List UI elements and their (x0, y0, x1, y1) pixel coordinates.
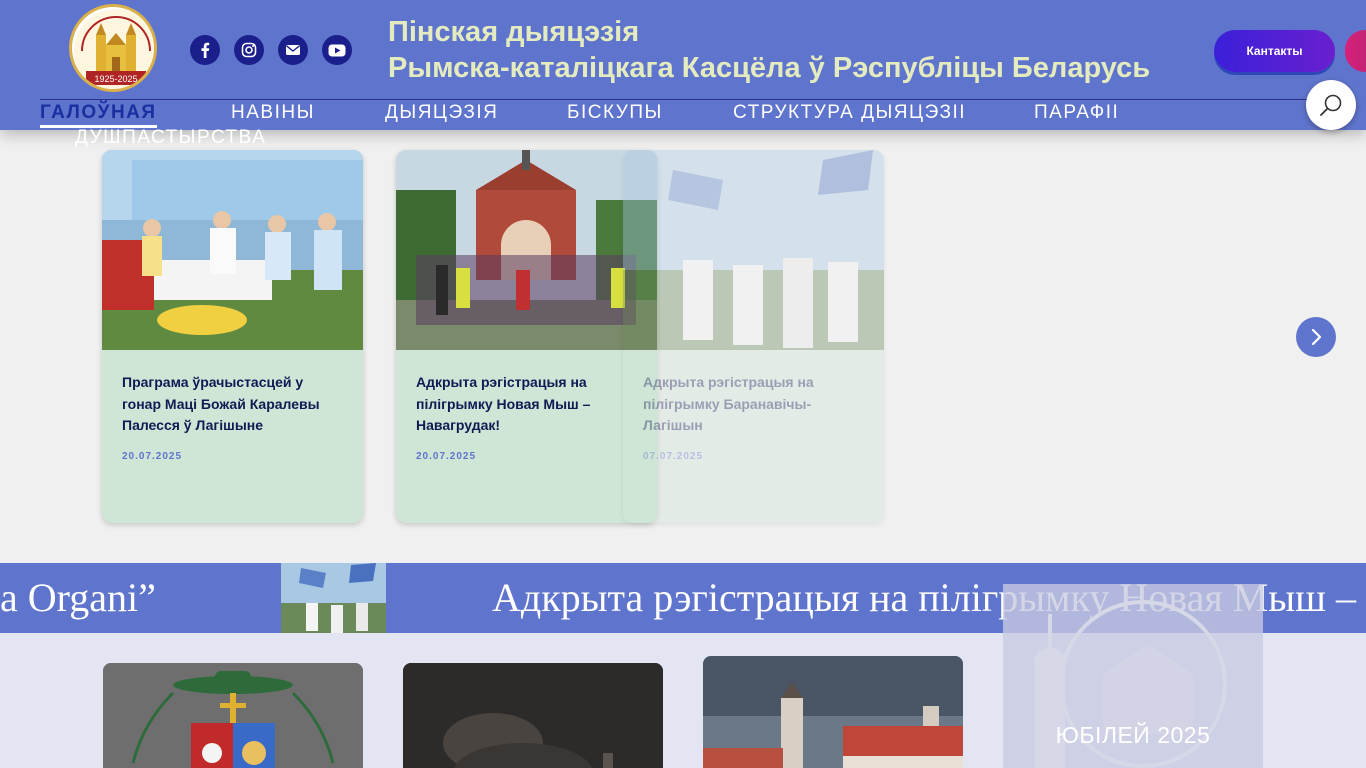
news-card[interactable]: Адкрыта рэгістрацыя на пілігрымку Барана… (623, 150, 884, 523)
news-card-date: 20.07.2025 (416, 451, 477, 462)
news-card-title[interactable]: Адкрыта рэгістрацыя на пілігрымку Барана… (643, 372, 865, 437)
news-card-image (102, 150, 363, 350)
site-header: 1925-2025 Пінская дыяцэзія Рымска-каталі… (0, 0, 1366, 148)
nav-divider (40, 99, 1326, 100)
nav-item-structure[interactable]: СТРУКТУРА ДЫЯЦЭЗІІ (733, 101, 966, 125)
carousel-next-button[interactable] (1296, 317, 1336, 357)
nav-item-news[interactable]: НАВІНЫ (231, 101, 315, 125)
chevron-right-icon (1311, 328, 1322, 346)
svg-text:1925-2025: 1925-2025 (94, 74, 137, 84)
document-photo-tile[interactable] (403, 663, 663, 768)
coat-of-arms-tile[interactable] (103, 663, 363, 768)
news-card-image (623, 150, 884, 350)
nav-item-pastoral[interactable]: ДУШПАСТЫРСТВА (75, 126, 266, 150)
news-card-title[interactable]: Праграма ўрачыстасцей у гонар Маці Божай… (122, 372, 344, 437)
site-title-line1: Пінская дыяцэзія (388, 16, 640, 48)
news-card-title[interactable]: Адкрыта рэгістрацыя на пілігрымку Новая … (416, 372, 638, 437)
diocese-logo[interactable]: 1925-2025 (69, 4, 157, 92)
cathedral-photo-tile[interactable] (703, 656, 963, 768)
jubilee-label: ЮБІЛЕЙ 2025 (1055, 722, 1211, 748)
site-title[interactable]: Пінская дыяцэзія Рымска-каталіцкага Касц… (388, 14, 1150, 86)
nav-item-parishes[interactable]: ПАРАФІІ (1034, 101, 1119, 125)
news-card-date: 07.07.2025 (643, 451, 704, 462)
nav-item-bishops[interactable]: БІСКУПЫ (567, 101, 663, 125)
news-card[interactable]: Адкрыта рэгістрацыя на пілігрымку Новая … (396, 150, 657, 523)
search-icon (1320, 94, 1342, 116)
youtube-icon[interactable] (322, 35, 352, 65)
news-card-image (396, 150, 657, 350)
jubilee-banner[interactable]: ЮБІЛЕЙ 2025 (1003, 584, 1263, 768)
facebook-icon[interactable] (190, 35, 220, 65)
search-button[interactable] (1306, 80, 1356, 130)
nav-item-diocese[interactable]: ДЫЯЦЭЗІЯ (385, 101, 498, 125)
ticker-image (281, 563, 386, 633)
news-card-date: 20.07.2025 (122, 451, 183, 462)
news-card[interactable]: Праграма ўрачыстасцей у гонар Маці Божай… (102, 150, 363, 523)
site-title-line2: Рымска-каталіцкага Касцёла ў Рэспубліцы … (388, 52, 1151, 84)
contacts-button[interactable]: Кантакты (1214, 30, 1335, 72)
mail-icon[interactable] (278, 35, 308, 65)
instagram-icon[interactable] (234, 35, 264, 65)
nav-item-home[interactable]: ГАЛОЎНАЯ (40, 101, 157, 128)
ticker-item[interactable]: a Organi” (0, 576, 156, 620)
secondary-header-button[interactable] (1345, 30, 1366, 72)
